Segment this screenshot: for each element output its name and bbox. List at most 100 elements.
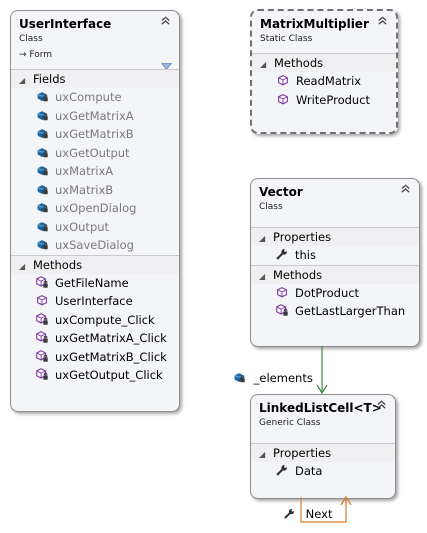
member-name: uxGetMatrixB_Click: [55, 349, 167, 364]
property-item[interactable]: Data: [251, 462, 395, 481]
method-item[interactable]: UserInterface: [11, 292, 179, 311]
method-icon: [276, 72, 296, 91]
private-field-icon: [232, 370, 246, 384]
method-item[interactable]: uxGetOutput_Click: [11, 366, 179, 385]
private-method-icon: [35, 274, 55, 293]
field-item[interactable]: uxGetMatrixA: [11, 107, 179, 126]
section-label: Methods: [274, 56, 324, 70]
private-field-icon: [35, 107, 55, 126]
member-name: uxGetOutput: [55, 145, 130, 160]
private-field-icon: [35, 125, 55, 144]
class-title: MatrixMultiplier: [260, 17, 369, 31]
method-item[interactable]: DotProduct: [251, 284, 419, 303]
method-item[interactable]: ReadMatrix: [252, 72, 396, 91]
method-item[interactable]: GetFileName: [11, 274, 179, 293]
member-name: ReadMatrix: [296, 74, 362, 88]
section-methods[interactable]: ◢ Methods: [11, 254, 179, 274]
private-field-icon: [35, 88, 55, 107]
property-item[interactable]: this: [251, 246, 419, 265]
collapse-chevron-icon[interactable]: [160, 15, 171, 26]
class-kind: Static Class: [260, 34, 313, 44]
collapse-chevron-icon[interactable]: [400, 183, 411, 194]
private-field-icon: [35, 236, 55, 255]
class-box-userinterface[interactable]: UserInterface Class → Form ◢ Fields uxCom…: [10, 10, 180, 412]
method-icon: [276, 91, 296, 110]
section-fields[interactable]: ◢ Fields: [11, 69, 179, 88]
private-method-icon: [275, 302, 295, 321]
section-methods[interactable]: ◢ Methods: [252, 53, 396, 72]
section-label: Properties: [273, 230, 332, 244]
member-name: uxGetMatrixB: [55, 127, 134, 141]
association-name: _elements: [253, 371, 313, 385]
class-title: UserInterface: [19, 17, 112, 31]
section-label: Methods: [273, 267, 323, 282]
class-box-vector[interactable]: Vector Class ◢ Properties this ◢ Methods D…: [250, 178, 420, 347]
member-name: uxMatrixA: [55, 164, 114, 178]
member-name: uxGetMatrixA: [55, 108, 134, 123]
field-item[interactable]: uxOpenDialog: [11, 199, 179, 218]
private-field-icon: [35, 144, 55, 163]
private-field-icon: [35, 162, 55, 181]
private-method-icon: [35, 348, 55, 367]
section-properties[interactable]: ◢ Properties: [251, 443, 395, 462]
field-item[interactable]: uxGetOutput: [11, 144, 179, 163]
section-methods[interactable]: ◢ Methods: [251, 264, 419, 284]
base-class: → Form: [19, 50, 53, 60]
class-box-matrixmultiplier[interactable]: MatrixMultiplier Static Class ◢ Methods R…: [250, 9, 398, 134]
field-item[interactable]: uxCompute: [11, 88, 179, 107]
member-name: uxOutput: [55, 219, 110, 234]
class-title: Vector: [259, 185, 303, 199]
member-name: Data: [295, 464, 323, 478]
elements-association-label[interactable]: _elements: [232, 370, 313, 386]
method-item[interactable]: WriteProduct: [252, 91, 396, 110]
member-name: uxGetMatrixA_Click: [55, 331, 167, 345]
class-kind: Class: [19, 34, 43, 44]
private-method-icon: [35, 329, 55, 348]
member-name: WriteProduct: [296, 92, 371, 107]
method-item[interactable]: uxCompute_Click: [11, 311, 179, 330]
class-box-linkedlistcell[interactable]: LinkedListCell<T> Generic Class ◢ Propert…: [250, 394, 396, 499]
method-item[interactable]: GetLastLargerThan: [251, 302, 419, 321]
class-header: LinkedListCell<T> Generic Class: [251, 395, 395, 429]
elements-arrowhead-icon: [316, 384, 328, 395]
member-name: uxOpenDialog: [55, 201, 137, 215]
section-label: Properties: [273, 446, 332, 460]
member-name: DotProduct: [295, 285, 360, 300]
private-field-icon: [35, 199, 55, 218]
field-item[interactable]: uxOutput: [11, 218, 179, 237]
collapse-chevron-icon[interactable]: [376, 399, 387, 410]
member-name: uxSaveDialog: [55, 238, 134, 252]
wrench-icon: [275, 246, 295, 265]
method-icon: [275, 284, 295, 303]
section-label: Methods: [33, 257, 83, 272]
section-label: Fields: [33, 72, 66, 86]
class-header: UserInterface Class → Form: [11, 11, 179, 61]
class-title: LinkedListCell<T>: [259, 401, 382, 415]
wrench-icon: [275, 462, 295, 481]
member-name: uxMatrixB: [55, 182, 114, 197]
association-name: Next: [305, 507, 333, 521]
member-name: uxGetOutput_Click: [55, 368, 163, 382]
class-header: MatrixMultiplier Static Class: [252, 11, 396, 45]
wrench-icon: [283, 507, 296, 520]
class-header: Vector Class: [251, 179, 419, 213]
field-item[interactable]: uxSaveDialog: [11, 236, 179, 255]
field-item[interactable]: uxGetMatrixB: [11, 125, 179, 144]
next-association-label[interactable]: Next: [283, 506, 332, 522]
collapse-chevron-icon[interactable]: [377, 15, 388, 26]
field-item[interactable]: uxMatrixA: [11, 162, 179, 181]
class-kind: Generic Class: [259, 418, 321, 428]
private-field-icon: [35, 218, 55, 237]
method-icon: [35, 292, 55, 311]
section-properties[interactable]: ◢ Properties: [251, 227, 419, 246]
field-item[interactable]: uxMatrixB: [11, 181, 179, 200]
method-item[interactable]: uxGetMatrixB_Click: [11, 348, 179, 367]
member-name: UserInterface: [55, 294, 133, 308]
member-name: this: [295, 248, 316, 262]
method-item[interactable]: uxGetMatrixA_Click: [11, 329, 179, 348]
class-kind: Class: [259, 202, 283, 212]
member-name: GetFileName: [55, 275, 129, 290]
private-method-icon: [35, 366, 55, 385]
member-name: GetLastLargerThan: [295, 304, 406, 318]
private-method-icon: [35, 311, 55, 330]
